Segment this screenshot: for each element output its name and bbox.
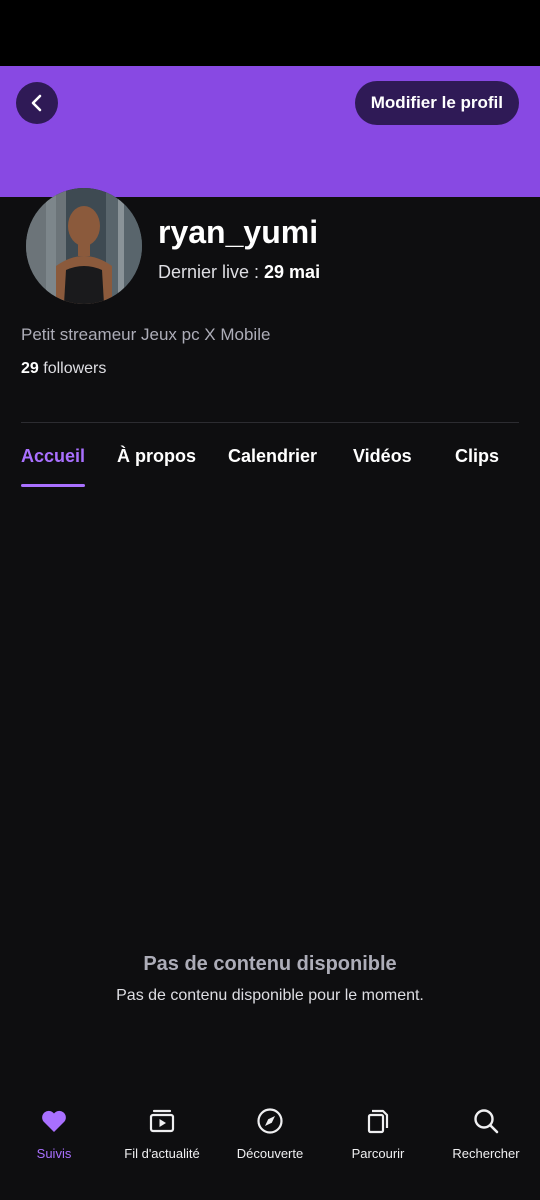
- profile-bio: Petit streameur Jeux pc X Mobile: [21, 325, 271, 344]
- nav-label: Parcourir: [351, 1146, 405, 1161]
- empty-state-title: Pas de contenu disponible: [143, 953, 397, 975]
- nav-item-decouverte[interactable]: Découverte: [216, 1106, 324, 1161]
- copy-stack-icon: [367, 1109, 389, 1134]
- tab-a-propos[interactable]: À propos: [117, 446, 196, 467]
- followers-count[interactable]: 29 followers: [21, 360, 106, 378]
- followers-label: followers: [38, 360, 107, 377]
- last-live-label: Dernier live :: [158, 262, 265, 282]
- tab-accueil[interactable]: Accueil: [21, 446, 85, 467]
- divider: [21, 422, 519, 423]
- avatar[interactable]: [26, 188, 142, 304]
- last-live-date: 29 mai: [264, 262, 321, 282]
- tab-clips[interactable]: Clips: [455, 446, 499, 467]
- nav-item-feed[interactable]: Fil d'actualité: [108, 1106, 216, 1161]
- avatar-photo: [26, 188, 142, 304]
- tab-videos[interactable]: Vidéos: [353, 446, 412, 467]
- chevron-left-icon: [31, 94, 42, 112]
- status-bar: [0, 0, 540, 66]
- nav-item-rechercher[interactable]: Rechercher: [432, 1106, 540, 1161]
- back-button[interactable]: [16, 82, 58, 124]
- feed-play-icon: [149, 1109, 175, 1133]
- nav-label: Rechercher: [452, 1146, 520, 1161]
- bottom-nav: Suivis Fil d'actualité Découverte Parcou…: [0, 1096, 540, 1200]
- active-tab-indicator: [21, 484, 85, 487]
- username: ryan_yumi: [158, 214, 319, 250]
- nav-item-parcourir[interactable]: Parcourir: [324, 1106, 432, 1161]
- compass-icon: [257, 1108, 283, 1134]
- profile-tabs: Accueil À propos Calendrier Vidéos Clips: [21, 446, 519, 488]
- nav-label: Découverte: [236, 1146, 304, 1161]
- heart-icon: [42, 1110, 66, 1132]
- nav-item-suivis[interactable]: Suivis: [0, 1106, 108, 1161]
- search-icon: [474, 1109, 499, 1134]
- nav-label: Suivis: [36, 1146, 72, 1161]
- followers-number: 29: [21, 360, 39, 377]
- empty-state-subtitle: Pas de contenu disponible pour le moment…: [116, 987, 424, 1004]
- tab-calendrier[interactable]: Calendrier: [228, 446, 317, 467]
- edit-profile-button[interactable]: Modifier le profil: [354, 81, 519, 125]
- last-live-text: Dernier live : 29 mai: [158, 262, 320, 283]
- nav-label: Fil d'actualité: [124, 1146, 200, 1161]
